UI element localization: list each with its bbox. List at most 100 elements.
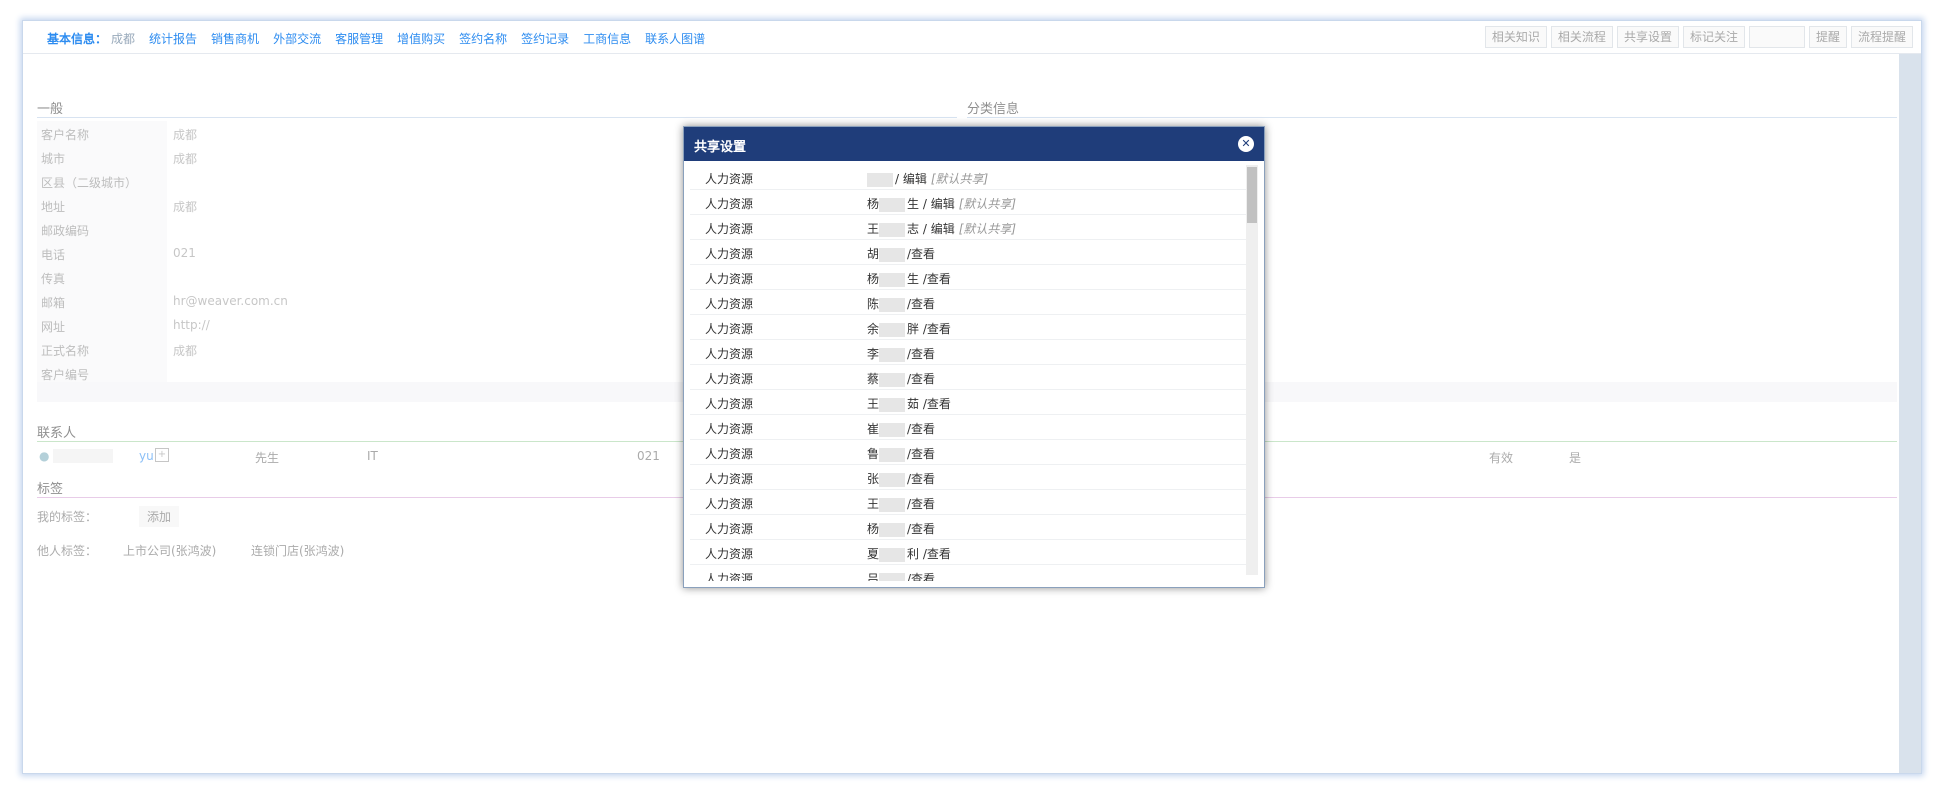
- dialog-header: 共享设置 ✕: [684, 127, 1264, 161]
- top-action-button-3[interactable]: 共享设置: [1616, 26, 1679, 48]
- top-tab-6[interactable]: 签约名称: [459, 30, 507, 47]
- share-permission: 生 /查看: [907, 272, 951, 286]
- share-name: 李: [867, 347, 880, 361]
- share-permission: 利 /查看: [907, 547, 951, 561]
- share-row[interactable]: 人力资源 杨/查看: [690, 515, 1250, 540]
- name-mask: [879, 347, 906, 362]
- top-tab-3[interactable]: 外部交流: [273, 30, 321, 47]
- share-row[interactable]: 人力资源 吕/查看: [690, 565, 1250, 581]
- top-tab-8[interactable]: 工商信息: [583, 30, 631, 47]
- share-row[interactable]: 人力资源 陈/查看: [690, 290, 1250, 315]
- top-tab-4[interactable]: 客服管理: [335, 30, 383, 47]
- top-tab-2[interactable]: 销售商机: [211, 30, 259, 47]
- share-entry: 杨 生 / 编辑 [默认共享]: [867, 195, 1016, 212]
- field-label: 客户编号: [41, 368, 90, 382]
- share-name: 张: [867, 472, 880, 486]
- top-tab-list: 基本信息： 成都 统计报告 销售商机 外部交流 客服管理 增值购买 签约名称 签约记录 工商信…: [47, 30, 719, 47]
- share-name: 王: [867, 397, 880, 411]
- scrollbar-thumb[interactable]: [1247, 167, 1257, 223]
- top-action-buttons: 相关知识 相关流程 共享设置 标记关注 提醒 流程提醒: [1484, 26, 1913, 48]
- contact-expand-icon[interactable]: +: [155, 448, 169, 462]
- share-entry: / 编辑 [默认共享]: [867, 170, 988, 187]
- share-row[interactable]: 人力资源 崔/查看: [690, 415, 1250, 440]
- share-permission: 志 / 编辑: [907, 222, 955, 236]
- field-label: 电话: [41, 248, 66, 262]
- share-row[interactable]: 人力资源 李/查看: [690, 340, 1250, 365]
- share-permission: /查看: [907, 247, 936, 261]
- share-permission: 茹 /查看: [907, 397, 951, 411]
- top-action-button-6[interactable]: 提醒: [1808, 26, 1847, 48]
- share-entry: 崔/查看: [867, 420, 939, 437]
- share-row[interactable]: 人力资源 王/查看: [690, 490, 1250, 515]
- basic-info-label[interactable]: 基本信息：: [47, 30, 107, 47]
- share-default-tag: [默认共享]: [958, 222, 1017, 236]
- share-name: 崔: [867, 422, 880, 436]
- name-mask: [879, 272, 906, 287]
- share-row[interactable]: 人力资源 蔡/查看: [690, 365, 1250, 390]
- top-action-button-7[interactable]: 流程提醒: [1850, 26, 1913, 48]
- share-list-scrollbar[interactable]: [1246, 165, 1258, 575]
- field-label: 客户名称: [41, 128, 90, 142]
- share-row[interactable]: 人力资源 胡/查看: [690, 240, 1250, 265]
- others-tag-2[interactable]: 连锁门店(张鸿波): [251, 542, 344, 559]
- share-row[interactable]: 人力资源 王 志 / 编辑 [默认共享]: [690, 215, 1250, 240]
- field-value: 成都: [173, 128, 198, 142]
- share-row[interactable]: 人力资源 / 编辑 [默认共享]: [690, 165, 1250, 190]
- share-row[interactable]: 人力资源 张/查看: [690, 465, 1250, 490]
- top-tab-1[interactable]: 统计报告: [149, 30, 197, 47]
- top-tab-7[interactable]: 签约记录: [521, 30, 569, 47]
- share-entry: 王/查看: [867, 495, 939, 512]
- share-row[interactable]: 人力资源 王 茹 /查看: [690, 390, 1250, 415]
- add-tag-button[interactable]: 添加: [139, 506, 180, 527]
- share-row[interactable]: 人力资源 鲁/查看: [690, 440, 1250, 465]
- close-icon[interactable]: ✕: [1238, 136, 1254, 152]
- contact-name[interactable]: yu: [139, 449, 154, 463]
- field-label: 邮政编码: [41, 224, 90, 238]
- share-row[interactable]: 人力资源 杨 生 /查看: [690, 265, 1250, 290]
- share-row[interactable]: 人力资源 夏 利 /查看: [690, 540, 1250, 565]
- share-list: 人力资源 / 编辑 [默认共享] 人力资源杨生 / 编辑 [默认共享] 人力资源王志 / …: [690, 165, 1250, 581]
- share-row[interactable]: 人力资源 余 胖 /查看: [690, 315, 1250, 340]
- others-tag-1[interactable]: 上市公司(张鸿波): [123, 542, 216, 559]
- name-mask: [879, 197, 906, 212]
- top-action-button-4[interactable]: 标记关注: [1682, 26, 1745, 48]
- share-dept: 人力资源: [705, 372, 754, 386]
- share-dept: 人力资源: [705, 522, 754, 536]
- top-tab-5[interactable]: 增值购买: [397, 30, 445, 47]
- field-label: 网址: [41, 320, 66, 334]
- contact-primary: 是: [1569, 451, 1582, 465]
- share-name: 夏: [867, 547, 880, 561]
- contact-dept: IT: [367, 449, 378, 463]
- share-name: 王: [867, 222, 880, 236]
- right-side-strip[interactable]: [1899, 54, 1921, 773]
- name-mask: [867, 172, 893, 187]
- share-default-tag: [默认共享]: [930, 172, 989, 186]
- share-name: 杨: [867, 197, 880, 211]
- top-action-button-5[interactable]: [1748, 26, 1805, 48]
- general-section-divider: [37, 117, 957, 118]
- field-label: 传真: [41, 272, 66, 286]
- share-dept: 人力资源: [705, 472, 754, 486]
- top-action-button-2[interactable]: 相关流程: [1550, 26, 1613, 48]
- share-entry: 杨/查看: [867, 520, 939, 537]
- share-permission: /查看: [907, 347, 936, 361]
- top-tab-9[interactable]: 联系人图谱: [645, 30, 705, 47]
- share-dept: 人力资源: [705, 322, 754, 336]
- share-dept: 人力资源: [705, 547, 754, 561]
- my-tags-label: 我的标签：: [37, 510, 98, 524]
- share-entry: 王 茹 /查看: [867, 395, 955, 412]
- field-value: 成都: [173, 152, 198, 166]
- contact-name-mask: [53, 449, 113, 463]
- name-mask: [879, 572, 906, 581]
- name-mask: [879, 422, 906, 437]
- top-action-button-1[interactable]: 相关知识: [1484, 26, 1547, 48]
- field-value: hr@weaver.com.cn: [173, 294, 288, 308]
- share-settings-dialog: 共享设置 ✕ 人力资源 / 编辑 [默认共享] 人力资源杨生 / 编辑 [默认共享] 人力…: [683, 126, 1265, 588]
- share-name: 陈: [867, 297, 880, 311]
- share-dept: 人力资源: [705, 397, 754, 411]
- field-value: 成都: [173, 344, 198, 358]
- field-label: 正式名称: [41, 344, 90, 358]
- share-entry: 李/查看: [867, 345, 939, 362]
- name-mask: [879, 397, 906, 412]
- share-row[interactable]: 人力资源 杨 生 / 编辑 [默认共享]: [690, 190, 1250, 215]
